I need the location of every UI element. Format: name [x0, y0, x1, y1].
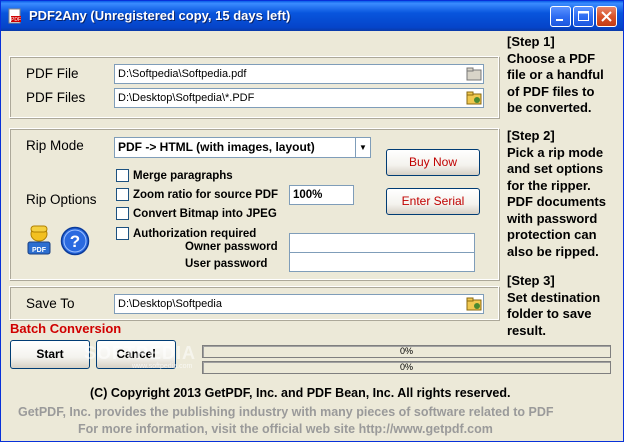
close-icon: [601, 11, 612, 22]
authorization-label: Authorization required: [133, 227, 257, 240]
step3-line: Set destination: [507, 289, 601, 305]
zoom-ratio-input[interactable]: 100%: [289, 185, 354, 205]
zoom-ratio-checkbox[interactable]: Zoom ratio for source PDF: [116, 188, 278, 201]
rip-mode-label: Rip Mode: [26, 138, 84, 153]
folder-browse-icon[interactable]: [466, 67, 482, 81]
close-button[interactable]: [596, 6, 617, 27]
progress-text-2: 0%: [399, 362, 413, 372]
authorization-checkbox[interactable]: Authorization required: [116, 227, 256, 240]
step3-text: [Step 3] Set destination folder to save …: [507, 273, 619, 339]
step1-line: file or a handful: [507, 67, 604, 82]
maximize-button[interactable]: [573, 6, 594, 27]
step1-line: [Step 1]: [507, 34, 555, 49]
copyright-text: (C) Copyright 2013 GetPDF, Inc. and PDF …: [90, 386, 511, 400]
svg-text:?: ?: [70, 232, 80, 251]
footer-website-line: For more information, visit the official…: [78, 422, 493, 436]
save-to-label: Save To: [26, 296, 75, 311]
folder-browse-icon[interactable]: [466, 297, 482, 311]
svg-text:PDF: PDF: [11, 17, 21, 23]
pdf-file-label: PDF File: [26, 66, 79, 81]
start-button[interactable]: Start: [10, 340, 90, 369]
pdf-file-field[interactable]: D:\Softpedia\Softpedia.pdf: [114, 64, 484, 84]
app-window: PDF PDF2Any (Unregistered copy, 15 days …: [0, 0, 624, 442]
minimize-icon: [556, 19, 563, 21]
step2-line: and set options: [507, 161, 604, 176]
minimize-button[interactable]: [550, 6, 571, 27]
step2-text: [Step 2] Pick a rip mode and set options…: [507, 128, 619, 260]
main-content: PDF File D:\Softpedia\Softpedia.pdf PDF …: [4, 31, 620, 440]
user-password-label: User password: [185, 258, 268, 270]
merge-paragraphs-checkbox[interactable]: Merge paragraphs: [116, 169, 233, 182]
batch-conversion-label: Batch Conversion: [10, 321, 122, 336]
pdf-files-field[interactable]: D:\Desktop\Softpedia\*.PDF: [114, 88, 484, 108]
step2-line: also be ripped.: [507, 243, 599, 259]
progress-bar-1: 0%: [202, 345, 611, 358]
pdf-files-label: PDF Files: [26, 90, 86, 105]
owner-password-label: Owner password: [185, 241, 278, 253]
step2-line: PDF documents: [507, 194, 606, 209]
maximize-icon: [578, 11, 589, 21]
step2-line: protection can: [507, 227, 597, 242]
convert-bitmap-label: Convert Bitmap into JPEG: [133, 207, 277, 220]
checkbox-box[interactable]: [116, 227, 129, 240]
step2-line: [Step 2]: [507, 128, 555, 143]
checkbox-box[interactable]: [116, 188, 129, 201]
save-to-field[interactable]: D:\Desktop\Softpedia: [114, 294, 484, 314]
step3-line: result.: [507, 322, 547, 338]
step2-line: with password: [507, 210, 598, 226]
step3-line: folder to save: [507, 306, 592, 321]
merge-paragraphs-label: Merge paragraphs: [133, 169, 233, 182]
rip-mode-value: PDF -> HTML (with images, layout): [118, 140, 315, 154]
watermark-text: SOFTPEDIA: [84, 343, 197, 363]
step1-text: [Step 1] Choose a PDF file or a handful …: [507, 34, 619, 117]
folder-browse-icon[interactable]: [466, 91, 482, 105]
checkbox-box[interactable]: [116, 169, 129, 182]
app-icon: PDF: [8, 8, 21, 24]
window-title: PDF2Any (Unregistered copy, 15 days left…: [29, 8, 291, 23]
title-bar[interactable]: PDF PDF2Any (Unregistered copy, 15 days …: [1, 1, 623, 31]
svg-text:PDF: PDF: [32, 247, 47, 254]
checkbox-box[interactable]: [116, 207, 129, 220]
enter-serial-button[interactable]: Enter Serial: [386, 188, 480, 215]
help-icon[interactable]: ?: [60, 226, 90, 256]
owner-password-field[interactable]: [289, 233, 475, 253]
progress-bar-2: 0%: [202, 361, 611, 374]
step2-line: Pick a rip mode: [507, 144, 604, 160]
convert-bitmap-checkbox[interactable]: Convert Bitmap into JPEG: [116, 207, 277, 220]
user-password-field[interactable]: [289, 252, 475, 272]
step1-line: be converted.: [507, 100, 592, 115]
footer-info-line: GetPDF, Inc. provides the publishing ind…: [18, 405, 554, 419]
step1-line: Choose a PDF: [507, 50, 596, 66]
rip-mode-select[interactable]: PDF -> HTML (with images, layout) ▼: [114, 137, 371, 158]
progress-text-1: 0%: [399, 346, 413, 356]
watermark-url: www.softpedia.com: [132, 363, 193, 370]
zoom-ratio-label: Zoom ratio for source PDF: [133, 188, 279, 201]
buy-now-button[interactable]: Buy Now: [386, 149, 480, 176]
step2-line: for the ripper.: [507, 177, 591, 193]
step3-line: [Step 3]: [507, 273, 555, 288]
step1-line: of PDF files to: [507, 83, 595, 99]
rip-options-label: Rip Options: [26, 192, 97, 207]
pdf-user-icon[interactable]: PDF: [26, 224, 52, 256]
chevron-down-icon[interactable]: ▼: [355, 138, 370, 157]
